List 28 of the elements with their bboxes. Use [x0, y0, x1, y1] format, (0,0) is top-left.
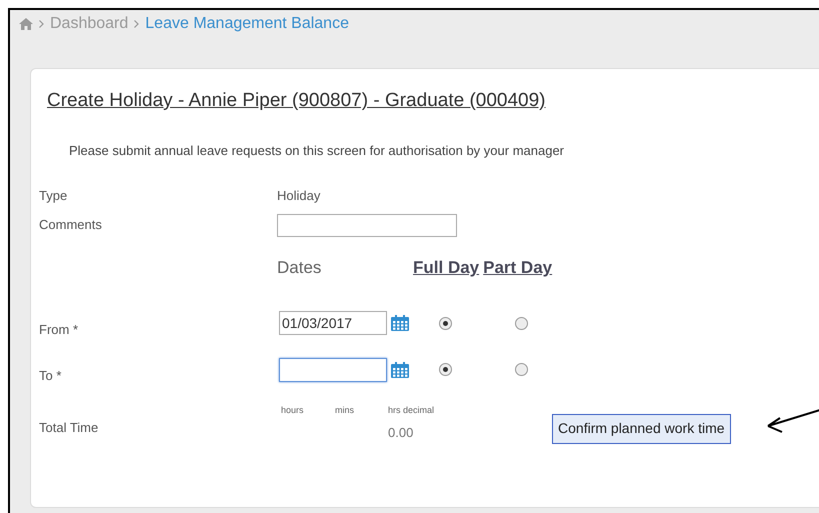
decimal-value: 0.00	[388, 424, 414, 442]
date-label: From *	[39, 320, 79, 338]
form-title: Create Holiday - Annie Piper (900807) - Graduate (000409)	[47, 89, 547, 113]
confirm-button[interactable]: Confirm planned work time	[552, 414, 731, 444]
type-label: Type	[39, 187, 68, 205]
radio-button[interactable]	[439, 316, 452, 330]
home-icon[interactable]	[19, 18, 33, 30]
date-field[interactable]: 01/03/2017	[279, 311, 387, 336]
date-field[interactable]	[279, 358, 387, 382]
instruction-text: Please submit annual leave requests on this screen for authorisation by your manager	[69, 142, 566, 160]
part-day-heading: Part Day	[483, 257, 552, 279]
calendar-icon[interactable]	[391, 362, 409, 378]
comments-label: Comments	[39, 216, 103, 234]
comments-field[interactable]	[277, 214, 457, 236]
date-label: To *	[39, 367, 62, 385]
decimal-label: hrs decimal	[388, 404, 434, 416]
chevron-icon	[39, 20, 44, 28]
mins-label: mins	[335, 404, 356, 416]
calendar-icon[interactable]	[391, 315, 409, 332]
radio-button[interactable]	[515, 316, 528, 330]
dates-heading: Dates	[277, 257, 322, 279]
type-value: Holiday	[277, 187, 322, 205]
full-day-heading: Full Day	[413, 257, 480, 279]
radio-button[interactable]	[515, 363, 528, 376]
hours-label: hours	[281, 404, 305, 416]
radio-button[interactable]	[439, 363, 452, 376]
chevron-icon	[134, 20, 140, 28]
total-time-label: Total Time	[39, 418, 100, 436]
